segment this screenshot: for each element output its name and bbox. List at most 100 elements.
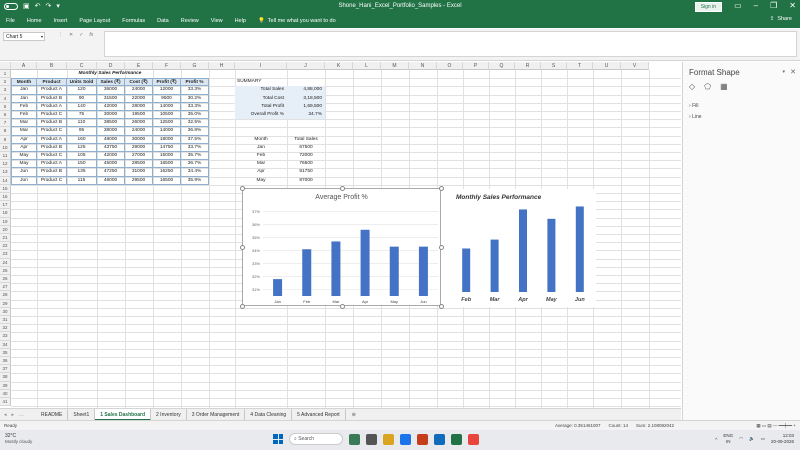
- row-header[interactable]: 18: [0, 209, 11, 218]
- tab-file[interactable]: File: [0, 18, 21, 24]
- share-button[interactable]: ⇪ Share: [770, 16, 792, 22]
- row-header[interactable]: 41: [0, 398, 11, 407]
- formula-input[interactable]: [104, 31, 797, 57]
- column-header[interactable]: E: [125, 62, 153, 70]
- row-header[interactable]: 20: [0, 225, 11, 234]
- row-header[interactable]: 1: [0, 70, 11, 79]
- sheet-tab[interactable]: 2 Inventory: [151, 408, 187, 421]
- row-header[interactable]: 28: [0, 291, 11, 300]
- volume-icon[interactable]: 🔈: [749, 436, 755, 442]
- name-box-dropdown-icon[interactable]: ▾: [41, 34, 43, 39]
- bar[interactable]: [418, 246, 428, 296]
- row-header[interactable]: 22: [0, 242, 11, 251]
- column-header[interactable]: U: [593, 62, 621, 70]
- insert-function-icon[interactable]: fx: [89, 32, 93, 38]
- row-header[interactable]: 13: [0, 168, 11, 177]
- row-header[interactable]: 3: [0, 86, 11, 95]
- bar[interactable]: [389, 246, 399, 296]
- bar[interactable]: [302, 249, 312, 296]
- size-properties-icon[interactable]: ▦: [720, 82, 728, 91]
- column-header[interactable]: T: [567, 62, 593, 70]
- worksheet-grid[interactable]: A B C D E F G H I J K L M N O P Q R S T U V 1 2 3 4 5 6 7 8 9 10 11 12 13 1…: [0, 62, 681, 408]
- effects-icon[interactable]: ⬠: [704, 82, 711, 91]
- column-header[interactable]: H: [209, 62, 235, 70]
- column-header[interactable]: O: [437, 62, 463, 70]
- row-header[interactable]: 4: [0, 94, 11, 103]
- bar[interactable]: [547, 218, 556, 292]
- column-header[interactable]: L: [353, 62, 381, 70]
- sign-in-button[interactable]: Sign in: [694, 2, 722, 12]
- column-header[interactable]: F: [153, 62, 181, 70]
- bar[interactable]: [575, 206, 584, 292]
- row-header[interactable]: 9: [0, 135, 11, 144]
- ribbon-display-icon[interactable]: ▭: [734, 1, 742, 10]
- chrome-browser-icon[interactable]: [468, 433, 479, 445]
- monthly-sales-chart[interactable]: Feb Mar Apr May Jun Monthly Sales Performance: [438, 189, 596, 307]
- row-header[interactable]: 27: [0, 283, 11, 292]
- sheet-tab[interactable]: 4 Data Cleaning: [245, 408, 293, 421]
- column-header[interactable]: Q: [489, 62, 515, 70]
- bar[interactable]: [273, 279, 283, 296]
- task-view-icon[interactable]: [366, 433, 377, 445]
- row-header[interactable]: 40: [0, 389, 11, 398]
- resize-handle[interactable]: [439, 186, 444, 191]
- row-header[interactable]: 30: [0, 307, 11, 316]
- row-header[interactable]: 10: [0, 143, 11, 152]
- column-header[interactable]: A: [11, 62, 37, 70]
- sheet-tab[interactable]: Sheet1: [68, 408, 96, 421]
- file-explorer-icon[interactable]: [383, 433, 394, 445]
- bar[interactable]: [490, 239, 499, 292]
- column-header[interactable]: K: [325, 62, 353, 70]
- edge-browser-icon[interactable]: [400, 433, 411, 445]
- tab-view[interactable]: View: [205, 18, 229, 24]
- zoom-controls[interactable]: ▦ ▭ ▤ — ━━┿━━ +: [756, 423, 796, 429]
- powerpoint-app-icon[interactable]: [417, 433, 428, 445]
- row-header[interactable]: 32: [0, 324, 11, 333]
- row-header[interactable]: 25: [0, 266, 11, 275]
- row-header[interactable]: 33: [0, 332, 11, 341]
- pane-section-line[interactable]: › Line: [689, 114, 702, 120]
- clock[interactable]: 12:03 20-09-2026: [771, 433, 794, 445]
- column-header[interactable]: M: [381, 62, 409, 70]
- sheet-tab[interactable]: 5 Advanced Report: [292, 408, 346, 421]
- tell-me-search[interactable]: 💡 Tell me what you want to do: [252, 18, 336, 24]
- row-header[interactable]: 21: [0, 234, 11, 243]
- resize-handle[interactable]: [240, 304, 245, 309]
- row-header[interactable]: 19: [0, 217, 11, 226]
- sheet-tab[interactable]: README: [36, 408, 69, 421]
- bar[interactable]: [360, 229, 370, 296]
- sheet-tab[interactable]: 3 Order Management: [187, 408, 246, 421]
- column-header[interactable]: J: [287, 62, 325, 70]
- tab-home[interactable]: Home: [21, 18, 48, 24]
- scroll-left-icon[interactable]: ◂: [4, 412, 7, 418]
- bar[interactable]: [331, 241, 341, 296]
- sheet-tab[interactable]: 1 Sales Dashboard: [95, 408, 152, 421]
- tab-data[interactable]: Data: [151, 18, 175, 24]
- resize-handle[interactable]: [240, 245, 245, 250]
- column-header[interactable]: S: [541, 62, 567, 70]
- column-header[interactable]: D: [97, 62, 125, 70]
- bar[interactable]: [462, 248, 471, 292]
- column-header[interactable]: I: [235, 62, 287, 70]
- row-header[interactable]: 17: [0, 201, 11, 210]
- column-header[interactable]: P: [463, 62, 489, 70]
- scroll-right-icon[interactable]: ▸: [12, 412, 15, 418]
- pane-close-icon[interactable]: ✕: [790, 68, 796, 76]
- tab-insert[interactable]: Insert: [48, 18, 74, 24]
- resize-handle[interactable]: [439, 245, 444, 250]
- pane-section-fill[interactable]: › Fill: [689, 103, 698, 109]
- column-header[interactable]: C: [67, 62, 97, 70]
- name-box[interactable]: Chart 5 ▾: [3, 32, 45, 41]
- row-header[interactable]: 29: [0, 299, 11, 308]
- tab-formulas[interactable]: Formulas: [116, 18, 151, 24]
- tab-review[interactable]: Review: [175, 18, 205, 24]
- close-button[interactable]: ✕: [789, 1, 796, 10]
- row-header[interactable]: 14: [0, 176, 11, 185]
- row-header[interactable]: 6: [0, 111, 11, 120]
- wifi-icon[interactable]: ◠: [739, 436, 743, 442]
- row-header[interactable]: 2: [0, 78, 11, 87]
- outlook-app-icon[interactable]: [434, 433, 445, 445]
- weather-widget[interactable]: 32°C Mostly cloudy: [5, 433, 32, 444]
- row-header[interactable]: 39: [0, 381, 11, 390]
- row-header[interactable]: 15: [0, 184, 11, 193]
